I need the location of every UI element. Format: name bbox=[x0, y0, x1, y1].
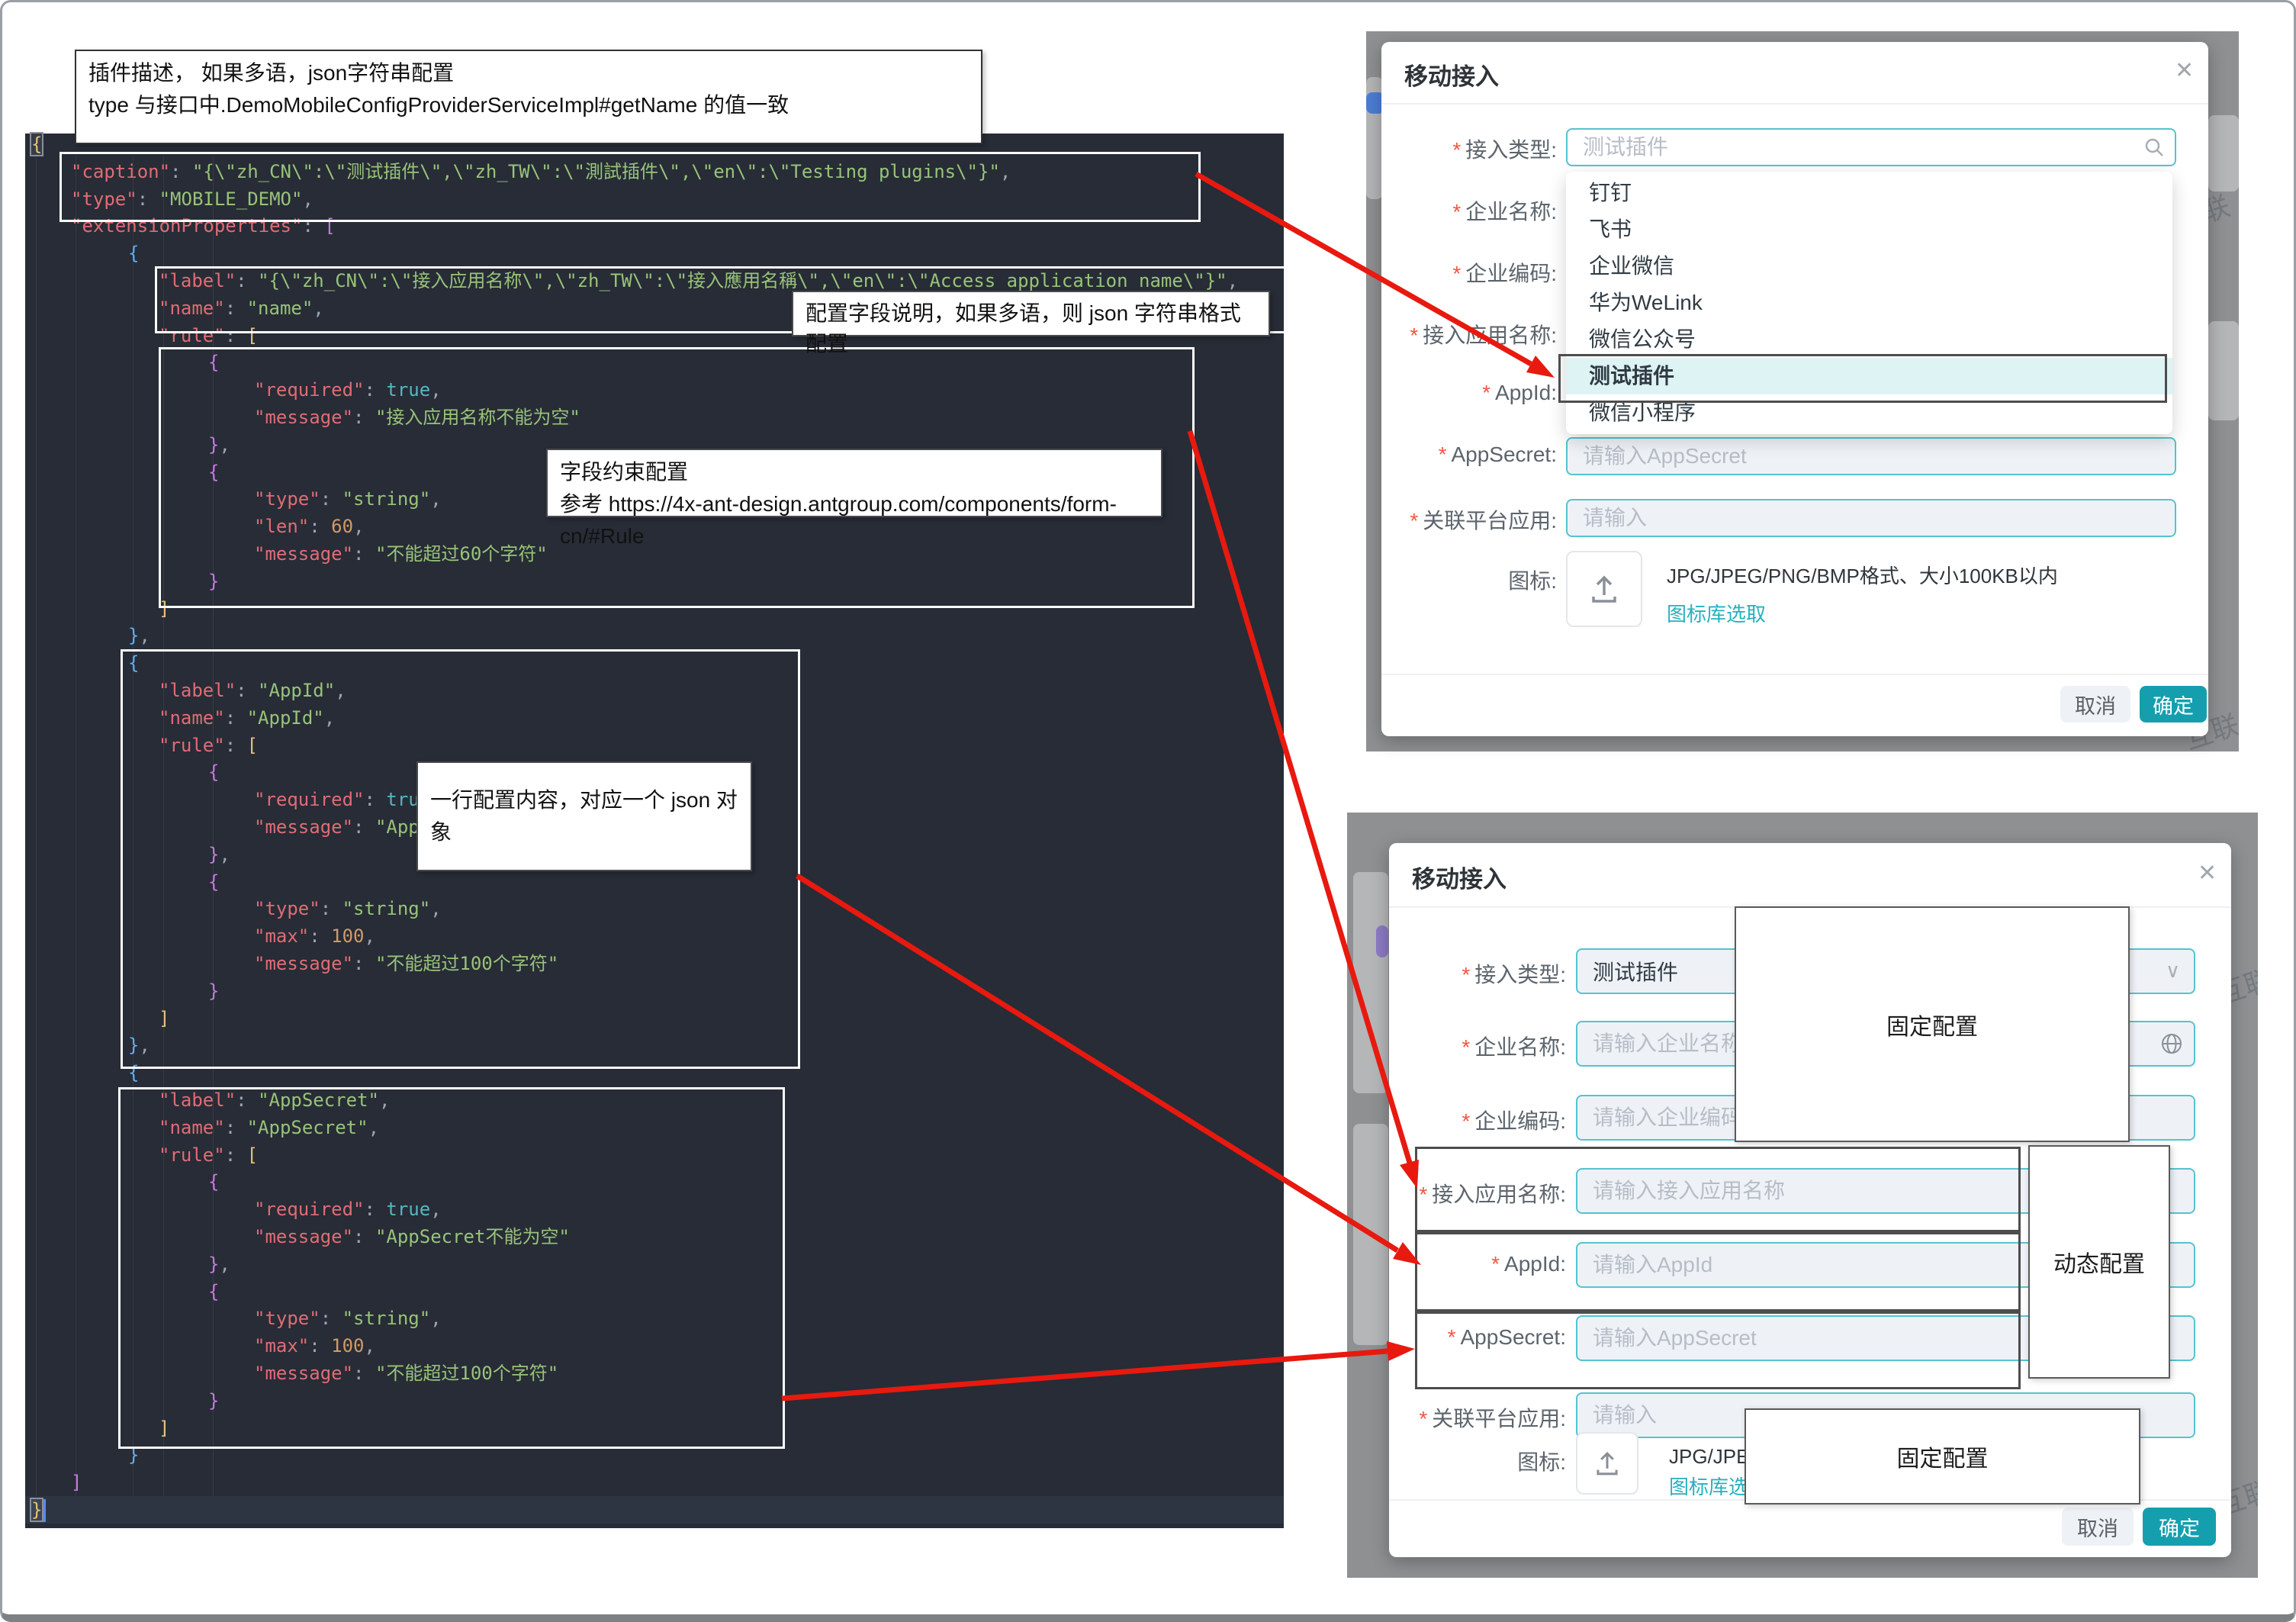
background-row-hint bbox=[2208, 115, 2239, 191]
modal2-title: 移动接入 bbox=[1412, 860, 1507, 894]
code-token: ] bbox=[71, 1472, 82, 1493]
dropdown-item-3[interactable]: 华为WeLink bbox=[1566, 285, 2172, 321]
dropdown-item-2[interactable]: 企业微信 bbox=[1566, 248, 2172, 285]
background-button-hint bbox=[1376, 925, 1388, 957]
modal2-cancel-button[interactable]: 取消 bbox=[2062, 1508, 2134, 1546]
modal1-close-icon[interactable]: ✕ bbox=[2175, 57, 2194, 84]
dynamic-config-overlay: 动态配置 bbox=[2028, 1145, 2170, 1379]
code-token: } bbox=[31, 1499, 42, 1521]
modal2-field-label: *企业名称: bbox=[1291, 1031, 1566, 1061]
chevron-down-icon: ∨ bbox=[2166, 959, 2180, 983]
dropdown-item-4[interactable]: 微信公众号 bbox=[1566, 321, 2172, 358]
required-asterisk: * bbox=[1462, 963, 1470, 986]
code-token: { bbox=[31, 134, 42, 155]
select-value: 测试插件 bbox=[1593, 956, 1678, 986]
modal2-close-icon[interactable]: ✕ bbox=[2198, 860, 2217, 887]
required-asterisk: * bbox=[1462, 1109, 1470, 1133]
icon-format-hint: JPG/JPEG/PNG/BMP格式、大小100KB以内 bbox=[1667, 561, 2058, 589]
modal1-field-label: *接入类型: bbox=[1291, 134, 1557, 164]
modal1-input-6[interactable] bbox=[1566, 499, 2176, 537]
modal1-field-label: *关联平台应用: bbox=[1291, 504, 1557, 535]
note-line: 一行配置内容，对应一个 json 对象 bbox=[430, 784, 738, 848]
note-rule-constraint: 字段约束配置 参考 https://4x-ant-design.antgroup… bbox=[546, 449, 1162, 517]
dropdown-highlight-annotation-box bbox=[1558, 354, 2167, 403]
note-field-label: 配置字段说明，如果多语，则 json 字符串格式配置 bbox=[792, 291, 1270, 336]
code-token: , bbox=[139, 625, 150, 646]
note-row-object: 一行配置内容，对应一个 json 对象 bbox=[416, 761, 752, 871]
row-annotation-box-appsecret bbox=[1415, 1311, 2021, 1389]
code-line[interactable]: ] bbox=[25, 1469, 1284, 1496]
code-line[interactable]: } bbox=[25, 1496, 1284, 1524]
modal1-field-label: *企业名称: bbox=[1291, 195, 1557, 226]
modal1-input-5[interactable] bbox=[1566, 437, 2176, 475]
upload-icon bbox=[1587, 572, 1621, 606]
note-line: type 与接口中.DemoMobileConfigProviderServic… bbox=[88, 89, 969, 121]
required-asterisk: * bbox=[1452, 138, 1461, 162]
modal1-footer-divider bbox=[1381, 674, 2208, 675]
modal1-input-0[interactable] bbox=[1566, 128, 2176, 166]
required-asterisk: * bbox=[1452, 200, 1461, 224]
modal2-field-label: *接入类型: bbox=[1291, 958, 1566, 989]
note-line: 插件描述， 如果多语，json字符串配置 bbox=[88, 57, 969, 89]
code-line[interactable]: { bbox=[25, 240, 1284, 267]
code-token: } bbox=[128, 625, 139, 646]
code-highlight-box-caption bbox=[59, 152, 1201, 222]
icon-library-link[interactable]: 图标库选取 bbox=[1667, 599, 1766, 627]
modal2-field-label: *关联平台应用: bbox=[1291, 1402, 1566, 1433]
upload-icon bbox=[1593, 1449, 1622, 1478]
note-line: 参考 https://4x-ant-design.antgroup.com/co… bbox=[560, 488, 1149, 552]
row-annotation-box-appid bbox=[1415, 1232, 2021, 1311]
row-annotation-box-app-name bbox=[1415, 1147, 2021, 1232]
required-asterisk: * bbox=[1452, 262, 1461, 285]
dropdown-item-0[interactable]: 钉钉 bbox=[1566, 175, 2172, 211]
dropdown-item-1[interactable]: 飞书 bbox=[1566, 211, 2172, 248]
note-line: 字段约束配置 bbox=[560, 456, 1149, 488]
globe-icon[interactable] bbox=[2159, 1031, 2184, 1060]
screenshot-page: {"caption": "{\"zh_CN\":\"测试插件\",\"zh_TW… bbox=[0, 0, 2296, 1622]
modal2-ok-button[interactable]: 确定 bbox=[2143, 1508, 2216, 1546]
search-icon bbox=[2143, 136, 2166, 163]
required-asterisk: * bbox=[1419, 1407, 1427, 1431]
fixed-config-overlay-top: 固定配置 bbox=[1735, 906, 2130, 1142]
text-cursor bbox=[43, 1499, 46, 1522]
icon-upload-button[interactable] bbox=[1566, 551, 1642, 627]
required-asterisk: * bbox=[1439, 443, 1447, 466]
code-highlight-box-appsecret bbox=[118, 1087, 785, 1449]
modal1-field-label: *接入应用名称: bbox=[1291, 319, 1557, 349]
code-line[interactable]: }, bbox=[25, 622, 1284, 649]
icon-label: 图标: bbox=[1291, 565, 1557, 595]
icon-label: 图标: bbox=[1291, 1446, 1566, 1476]
note-plugin-description: 插件描述， 如果多语，json字符串配置 type 与接口中.DemoMobil… bbox=[75, 50, 982, 144]
fixed-config-overlay-bottom: 固定配置 bbox=[1745, 1408, 2140, 1505]
modal1-field-label: *企业编码: bbox=[1291, 257, 1557, 288]
required-asterisk: * bbox=[1462, 1035, 1470, 1059]
modal1-field-label: *AppId: bbox=[1291, 381, 1557, 405]
note-line: 配置字段说明，如果多语，则 json 字符串格式配置 bbox=[806, 298, 1256, 359]
modal2-field-label: *企业编码: bbox=[1291, 1105, 1566, 1135]
icon-upload-button[interactable] bbox=[1576, 1432, 1638, 1495]
modal1-ok-button[interactable]: 确定 bbox=[2140, 686, 2207, 722]
required-asterisk: * bbox=[1482, 381, 1490, 404]
code-token: { bbox=[128, 243, 139, 264]
modal1-title: 移动接入 bbox=[1404, 57, 1499, 92]
background-row-hint bbox=[2208, 321, 2239, 420]
modal1-field-label: *AppSecret: bbox=[1291, 443, 1557, 467]
modal1-cancel-button[interactable]: 取消 bbox=[2060, 686, 2130, 722]
modal1-header-divider bbox=[1381, 103, 2208, 105]
required-asterisk: * bbox=[1410, 323, 1418, 347]
background-card-hint bbox=[1353, 1124, 1388, 1345]
required-asterisk: * bbox=[1410, 509, 1418, 533]
